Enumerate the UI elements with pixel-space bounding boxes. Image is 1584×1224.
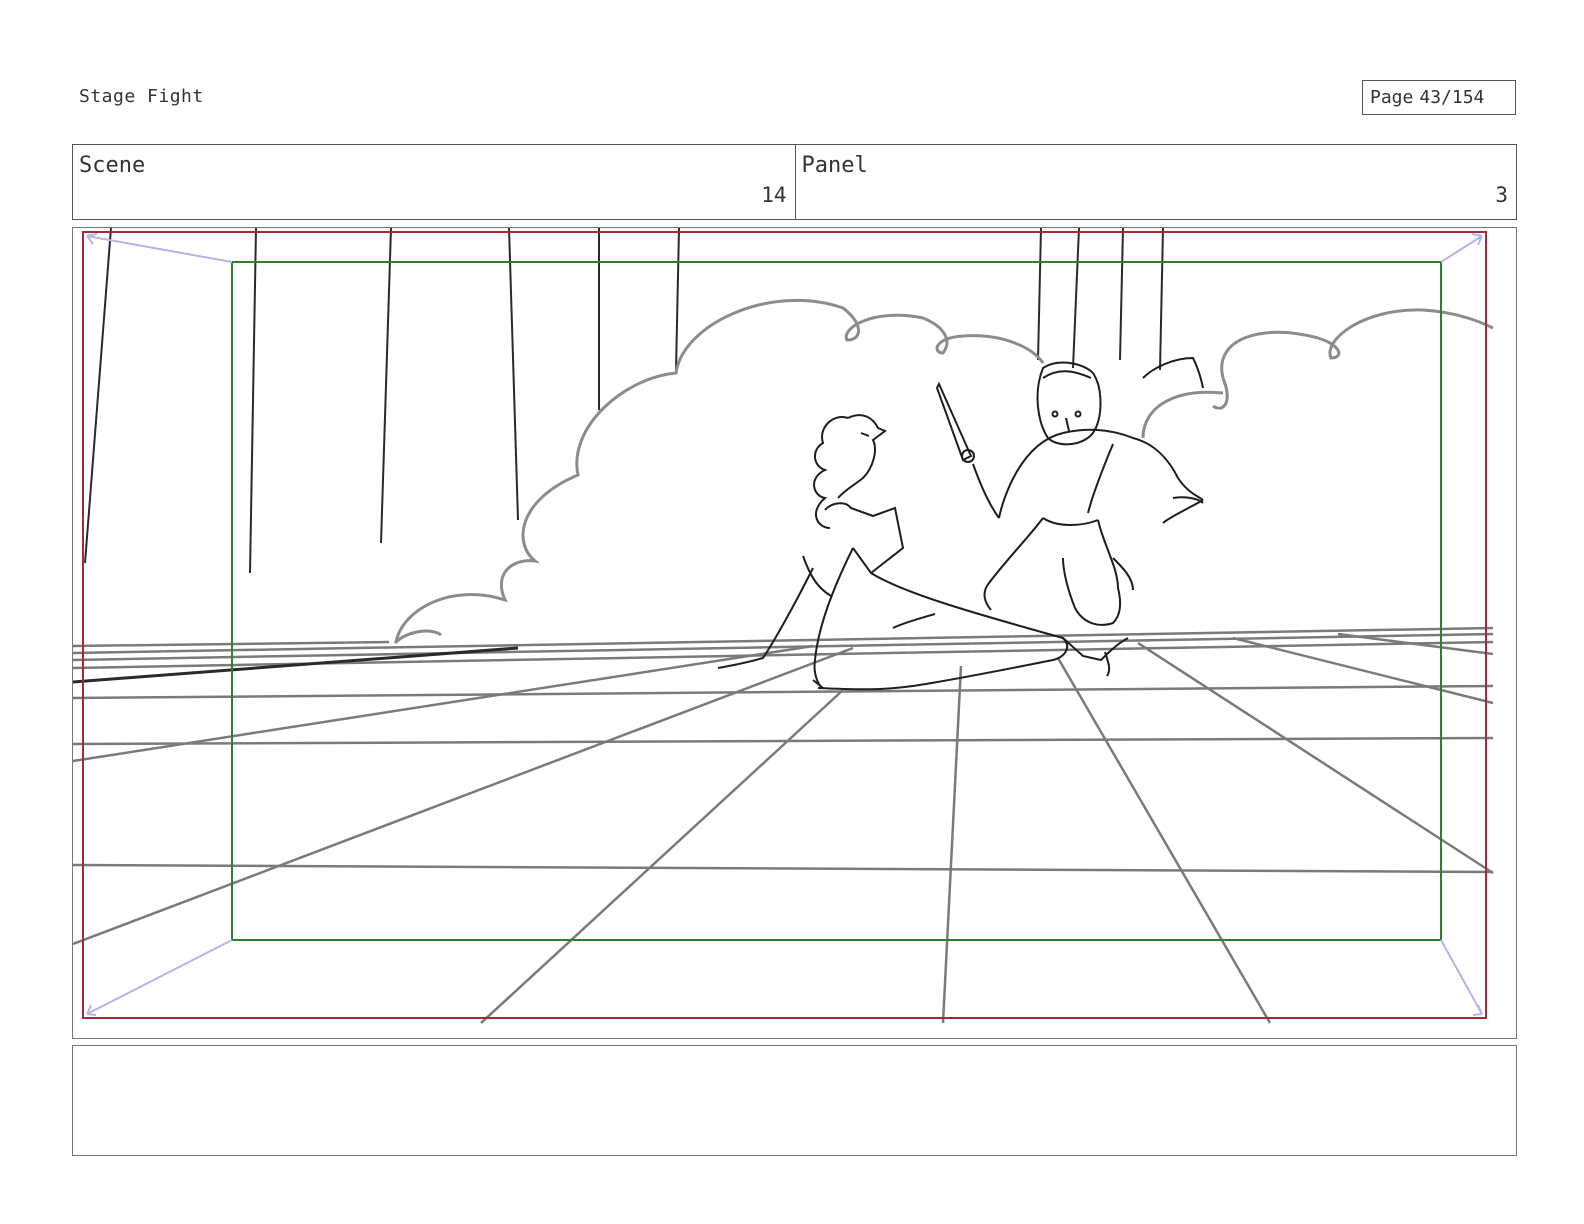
smoke-cloud <box>394 298 1494 643</box>
hanging-ropes <box>84 228 1164 574</box>
page-label: Page <box>1370 87 1414 108</box>
project-title: Stage Fight <box>79 86 204 107</box>
scene-panel-header: Scene 14 Panel 3 <box>72 144 1517 220</box>
panel-label: Panel <box>801 153 868 178</box>
scene-number: 14 <box>761 183 787 207</box>
stage-floor-grid <box>73 626 1494 1024</box>
camera-frame-guide <box>82 231 1487 1019</box>
panel-number: 3 <box>1495 183 1508 207</box>
corner-guide-arrows <box>86 233 1483 1016</box>
storyboard-frame[interactable] <box>72 227 1517 1039</box>
storyboard-sketch <box>73 228 1494 1024</box>
scene-label: Scene <box>79 153 146 178</box>
boy-with-knife-sketch <box>935 356 1204 626</box>
notes-area[interactable] <box>72 1045 1517 1156</box>
floor-edge-line <box>73 646 519 684</box>
action-safe-frame <box>231 261 1442 941</box>
scene-cell: Scene 14 <box>73 145 795 219</box>
page-indicator: Page 43/154 <box>1362 80 1516 115</box>
panel-cell: Panel 3 <box>794 145 1517 219</box>
page-number: 43/154 <box>1419 87 1485 108</box>
